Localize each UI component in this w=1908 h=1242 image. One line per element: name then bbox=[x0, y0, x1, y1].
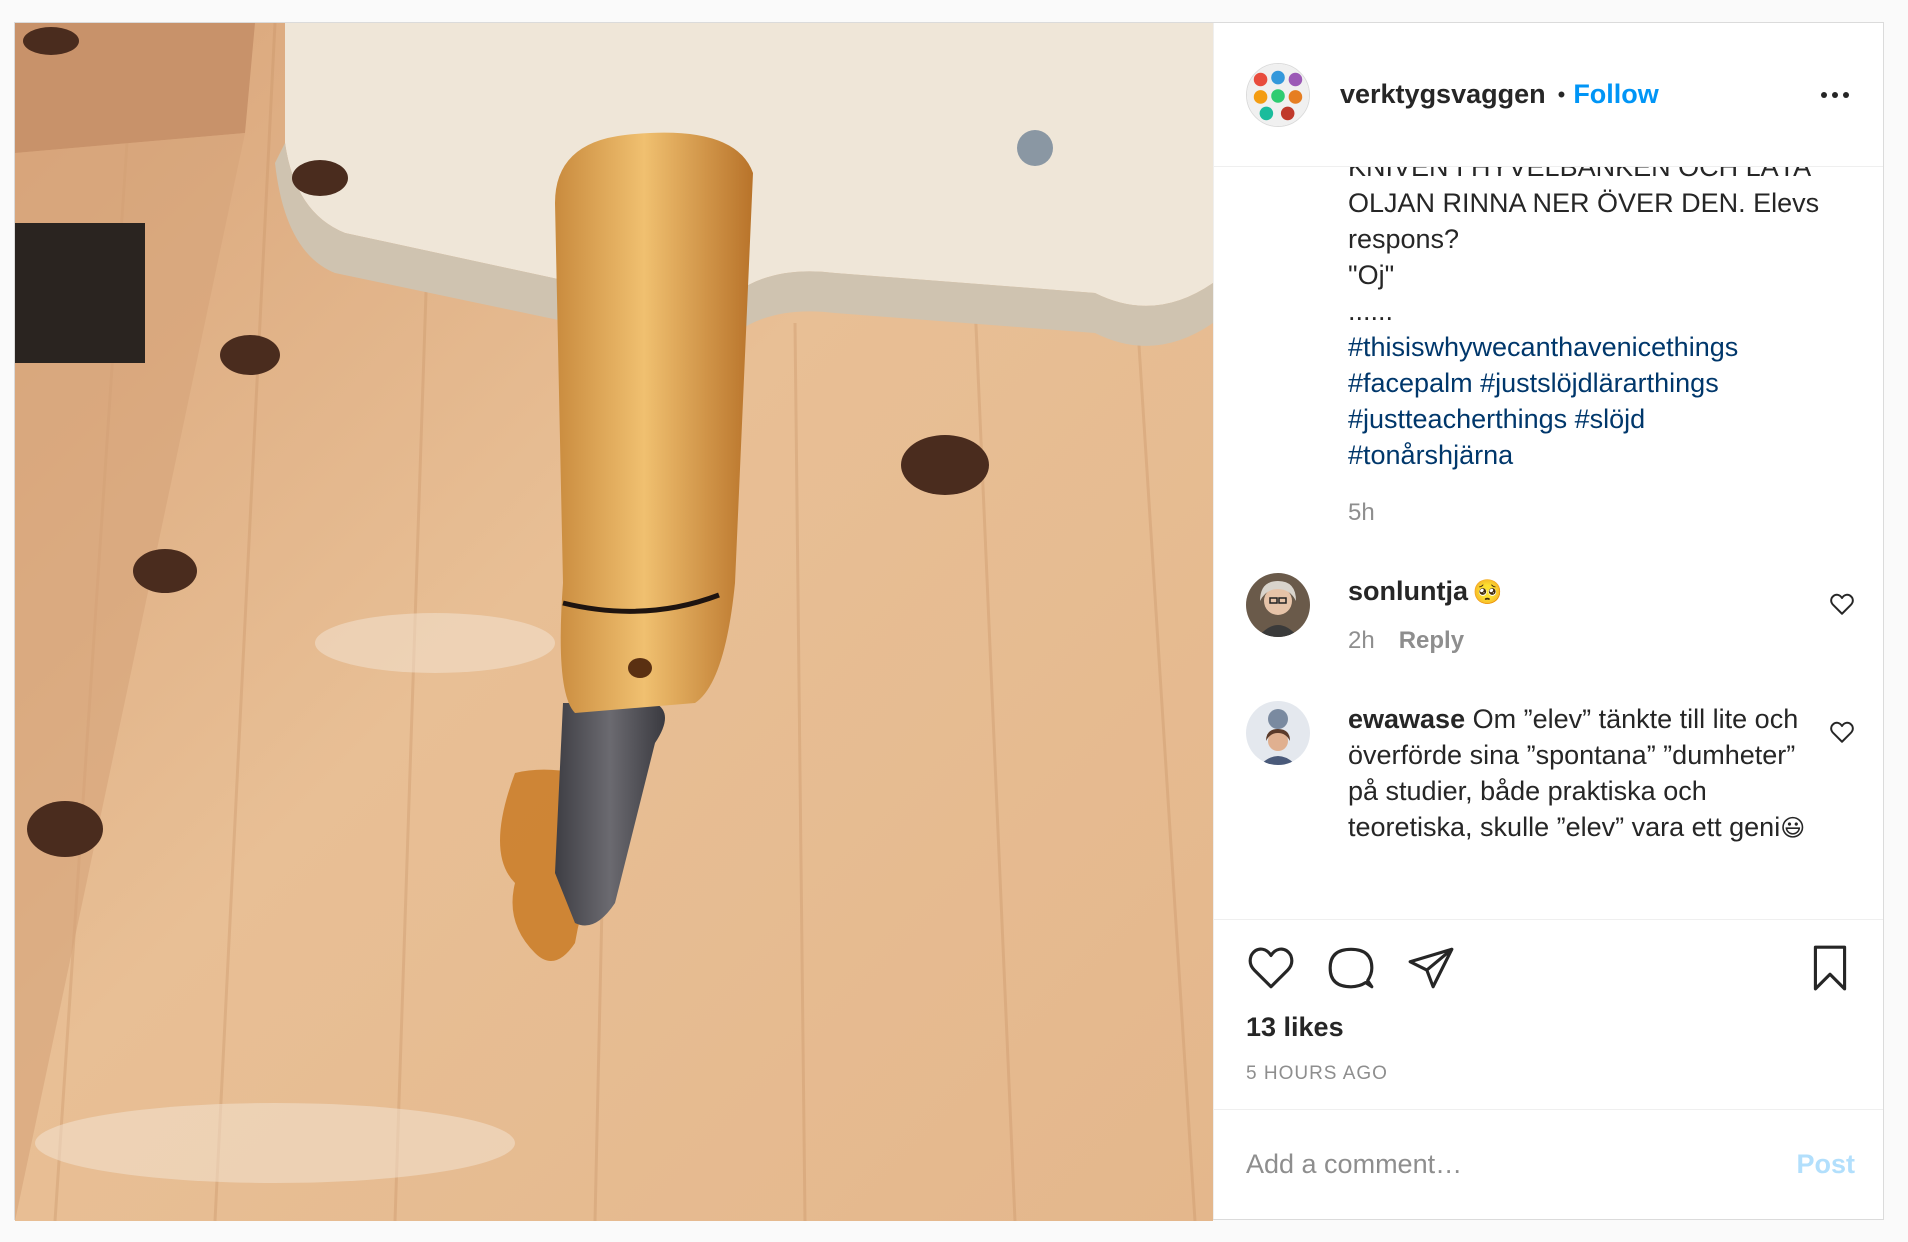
hashtag-link[interactable]: #thisiswhywecanthavenicethings bbox=[1348, 329, 1855, 365]
author-username[interactable]: verktygsvaggen bbox=[1340, 79, 1546, 110]
caption: KNIVEN I HYVELBANKEN OCH LÅTA OLJAN RINNA… bbox=[1246, 167, 1855, 527]
comment-meta: 2h Reply bbox=[1348, 627, 1815, 655]
post-side-panel: verktygsvaggen • Follow KNIVEN I HYVELBA… bbox=[1213, 23, 1883, 1219]
caption-line: KNIVEN I HYVELBANKEN OCH LÅTA bbox=[1348, 167, 1812, 182]
comment-item: sonluntja 🥺 2h Reply bbox=[1246, 573, 1855, 655]
caption-line: respons? bbox=[1348, 224, 1460, 254]
commenter-avatar-image bbox=[1246, 701, 1310, 765]
post-card: verktygsvaggen • Follow KNIVEN I HYVELBA… bbox=[14, 22, 1884, 1221]
comment-username[interactable]: ewawase bbox=[1348, 704, 1465, 734]
posted-time[interactable]: 5 HOURS AGO bbox=[1246, 1063, 1855, 1085]
post-photo[interactable] bbox=[15, 23, 1213, 1221]
more-options-icon[interactable] bbox=[1815, 75, 1855, 115]
comment-emoji: 🥺 bbox=[1472, 579, 1503, 606]
post-actions: 13 likes 5 HOURS AGO bbox=[1214, 919, 1883, 1109]
commenter-avatar[interactable] bbox=[1246, 573, 1310, 637]
caption-text: KNIVEN I HYVELBANKEN OCH LÅTA OLJAN RINNA… bbox=[1348, 167, 1855, 329]
post-comment-button[interactable]: Post bbox=[1796, 1149, 1855, 1180]
commenter-avatar-image bbox=[1246, 573, 1310, 637]
comment-body: ewawase Om ”elev” tänkte till lite och ö… bbox=[1348, 701, 1855, 847]
comment-username[interactable]: sonluntja bbox=[1348, 576, 1468, 606]
caption-line: OLJAN RINNA NER ÖVER DEN. Elevs bbox=[1348, 188, 1820, 218]
workbench-knife-image bbox=[15, 23, 1213, 1221]
reply-button[interactable]: Reply bbox=[1399, 627, 1464, 655]
commenter-avatar[interactable] bbox=[1246, 701, 1310, 765]
comment-emoji: 😃 bbox=[1780, 815, 1806, 842]
caption-line: "Oj" bbox=[1348, 260, 1395, 290]
comment-item: ewawase Om ”elev” tänkte till lite och ö… bbox=[1246, 701, 1855, 847]
hashtag-link[interactable]: #facepalm #justslöjdlärarthings bbox=[1348, 365, 1855, 401]
likes-count[interactable]: 13 likes bbox=[1246, 1012, 1855, 1043]
caption-hashtags: #thisiswhywecanthavenicethings #facepalm … bbox=[1348, 329, 1855, 473]
comment-bubble-icon[interactable] bbox=[1326, 943, 1376, 993]
caption-line: ...... bbox=[1348, 296, 1394, 326]
author-avatar-image bbox=[1247, 63, 1309, 126]
like-heart-icon[interactable] bbox=[1246, 943, 1296, 993]
action-icons bbox=[1246, 938, 1855, 998]
share-send-icon[interactable] bbox=[1406, 943, 1456, 993]
author-avatar[interactable] bbox=[1246, 62, 1310, 127]
hashtag-link[interactable]: #tonårshjärna bbox=[1348, 437, 1855, 473]
add-comment-bar: Post bbox=[1214, 1109, 1883, 1219]
caption-time[interactable]: 5h bbox=[1348, 499, 1855, 527]
post-header: verktygsvaggen • Follow bbox=[1214, 23, 1883, 167]
header-separator: • bbox=[1557, 81, 1566, 107]
follow-button[interactable]: Follow bbox=[1573, 79, 1658, 110]
comment-like-heart-icon[interactable] bbox=[1829, 591, 1855, 617]
hashtag-link[interactable]: #justteacherthings #slöjd bbox=[1348, 401, 1855, 437]
save-bookmark-icon[interactable] bbox=[1805, 943, 1855, 993]
comment-time[interactable]: 2h bbox=[1348, 627, 1375, 655]
comment-like-heart-icon[interactable] bbox=[1829, 719, 1855, 745]
comment-body: sonluntja 🥺 2h Reply bbox=[1348, 573, 1855, 655]
comments-list[interactable]: KNIVEN I HYVELBANKEN OCH LÅTA OLJAN RINNA… bbox=[1214, 167, 1883, 919]
comment-input[interactable] bbox=[1246, 1149, 1797, 1180]
